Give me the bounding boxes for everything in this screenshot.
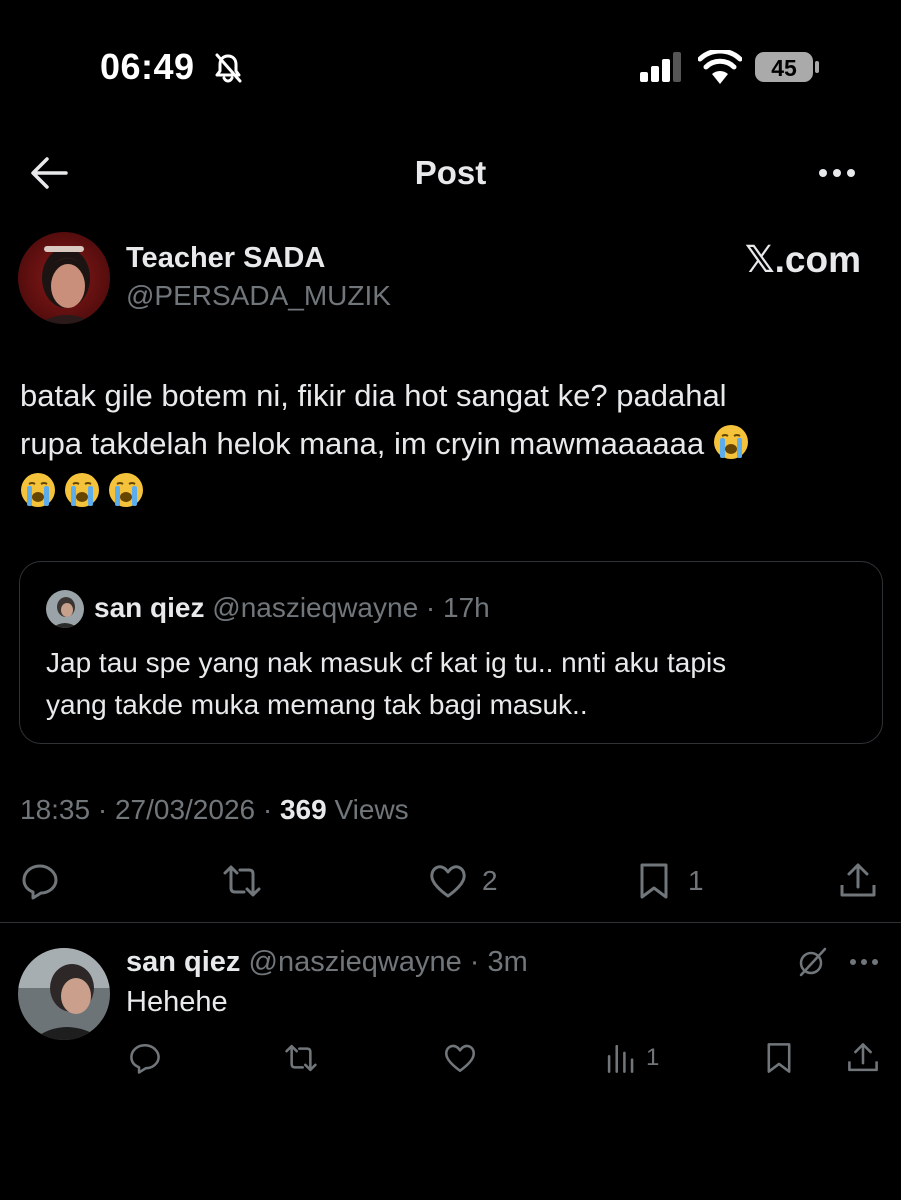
battery-icon: 45: [755, 52, 819, 82]
post-text-line-2: rupa takdelah helok mana, im cryin mawma…: [20, 426, 705, 461]
bookmark-icon: [640, 863, 668, 899]
reply-header: san qiez @naszieqwayne · 3m: [126, 946, 528, 979]
share-button[interactable]: [838, 856, 878, 906]
more-options-icon[interactable]: [848, 952, 880, 972]
post-text-line-1: batak gile botem ni, fikir dia hot sanga…: [20, 378, 727, 413]
separator-dot: ·: [418, 592, 444, 623]
bookmark-button[interactable]: 1: [634, 856, 704, 906]
quoted-post-text: Jap tau spe yang nak masuk cf kat ig tu.…: [46, 642, 856, 726]
post-action-bar: 2 1: [0, 856, 901, 906]
top-app-bar: Post: [0, 140, 901, 206]
quoted-post-card[interactable]: san qiez @naszieqwayne · 17h Jap tau spe…: [19, 561, 883, 744]
bell-muted-icon: [215, 53, 242, 83]
status-bar: 06:49 45: [0, 40, 901, 100]
reply-button[interactable]: [20, 856, 60, 906]
reply-reply-button[interactable]: [128, 1036, 162, 1080]
reply-share-button[interactable]: [846, 1036, 880, 1080]
crying-face-emoji-icon: [65, 473, 99, 507]
reply-text: Hehehe: [126, 986, 228, 1018]
like-button[interactable]: 2: [428, 856, 498, 906]
reply-author-handle[interactable]: @naszieqwayne: [249, 946, 462, 978]
more-options-icon[interactable]: [817, 160, 857, 186]
repost-icon: [223, 865, 261, 897]
quoted-text-line-2: yang takde muka memang tak bagi masuk..: [46, 689, 588, 720]
bookmark-count: 1: [688, 865, 704, 896]
quoted-author-avatar: [46, 590, 84, 628]
views-count: 369: [279, 794, 327, 825]
author-handle[interactable]: @PERSADA_MUZIK: [126, 280, 391, 312]
quoted-post-time: 17h: [443, 592, 490, 623]
wifi-icon: [698, 50, 742, 84]
heart-icon: [430, 865, 466, 898]
crying-face-emoji-icon: [109, 473, 143, 507]
crying-face-emoji-icon: [713, 425, 748, 459]
author-name[interactable]: Teacher SADA: [126, 242, 325, 275]
repost-icon: [285, 1044, 317, 1072]
reply-view-count: 1: [646, 1044, 660, 1071]
quoted-post-header: san qiez @naszieqwayne · 17h: [94, 592, 490, 624]
grok-icon[interactable]: [796, 946, 828, 978]
like-count: 2: [482, 865, 498, 896]
cellular-signal-icon: [640, 52, 681, 82]
reply-author-avatar[interactable]: [18, 948, 110, 1040]
reply-icon: [22, 864, 58, 900]
reply-author-name[interactable]: san qiez: [126, 946, 240, 978]
post-text: batak gile botem ni, fikir dia hot sanga…: [20, 372, 880, 516]
divider: [0, 922, 901, 923]
heart-icon: [444, 1044, 476, 1073]
post-timestamp: 18:35 · 27/03/2026 ·: [20, 794, 280, 825]
battery-level: 45: [771, 55, 797, 81]
author-avatar[interactable]: [18, 232, 110, 324]
bookmark-icon: [767, 1043, 791, 1073]
status-time: 06:49: [100, 46, 195, 87]
quoted-author-name: san qiez: [94, 592, 205, 623]
reply-icon: [130, 1043, 160, 1074]
repost-button[interactable]: [222, 856, 262, 906]
post-meta: 18:35 · 27/03/2026 · 369 Views: [20, 794, 409, 826]
crying-face-emoji-icon: [21, 473, 55, 507]
reply-action-bar: 1: [0, 1036, 901, 1080]
share-icon: [848, 1043, 878, 1072]
reply-bookmark-button[interactable]: [762, 1036, 796, 1080]
reply-time: 3m: [487, 946, 528, 978]
share-icon: [840, 863, 876, 897]
reply-like-button[interactable]: [443, 1036, 477, 1080]
analytics-icon: [607, 1044, 634, 1073]
quoted-author-handle: @naszieqwayne: [212, 592, 419, 623]
post-screen: 06:49 45 Post Teacher SADA @PERSADA_MUZI…: [0, 0, 901, 1200]
quoted-text-line-1: Jap tau spe yang nak masuk cf kat ig tu.…: [46, 647, 727, 678]
views-label: Views: [326, 794, 409, 825]
x-com-watermark: 𝕏.com: [744, 239, 861, 280]
reply-repost-button[interactable]: [284, 1036, 318, 1080]
page-title: Post: [414, 154, 487, 191]
reply-views-button[interactable]: 1: [604, 1036, 659, 1080]
separator-dot: ·: [461, 946, 488, 978]
